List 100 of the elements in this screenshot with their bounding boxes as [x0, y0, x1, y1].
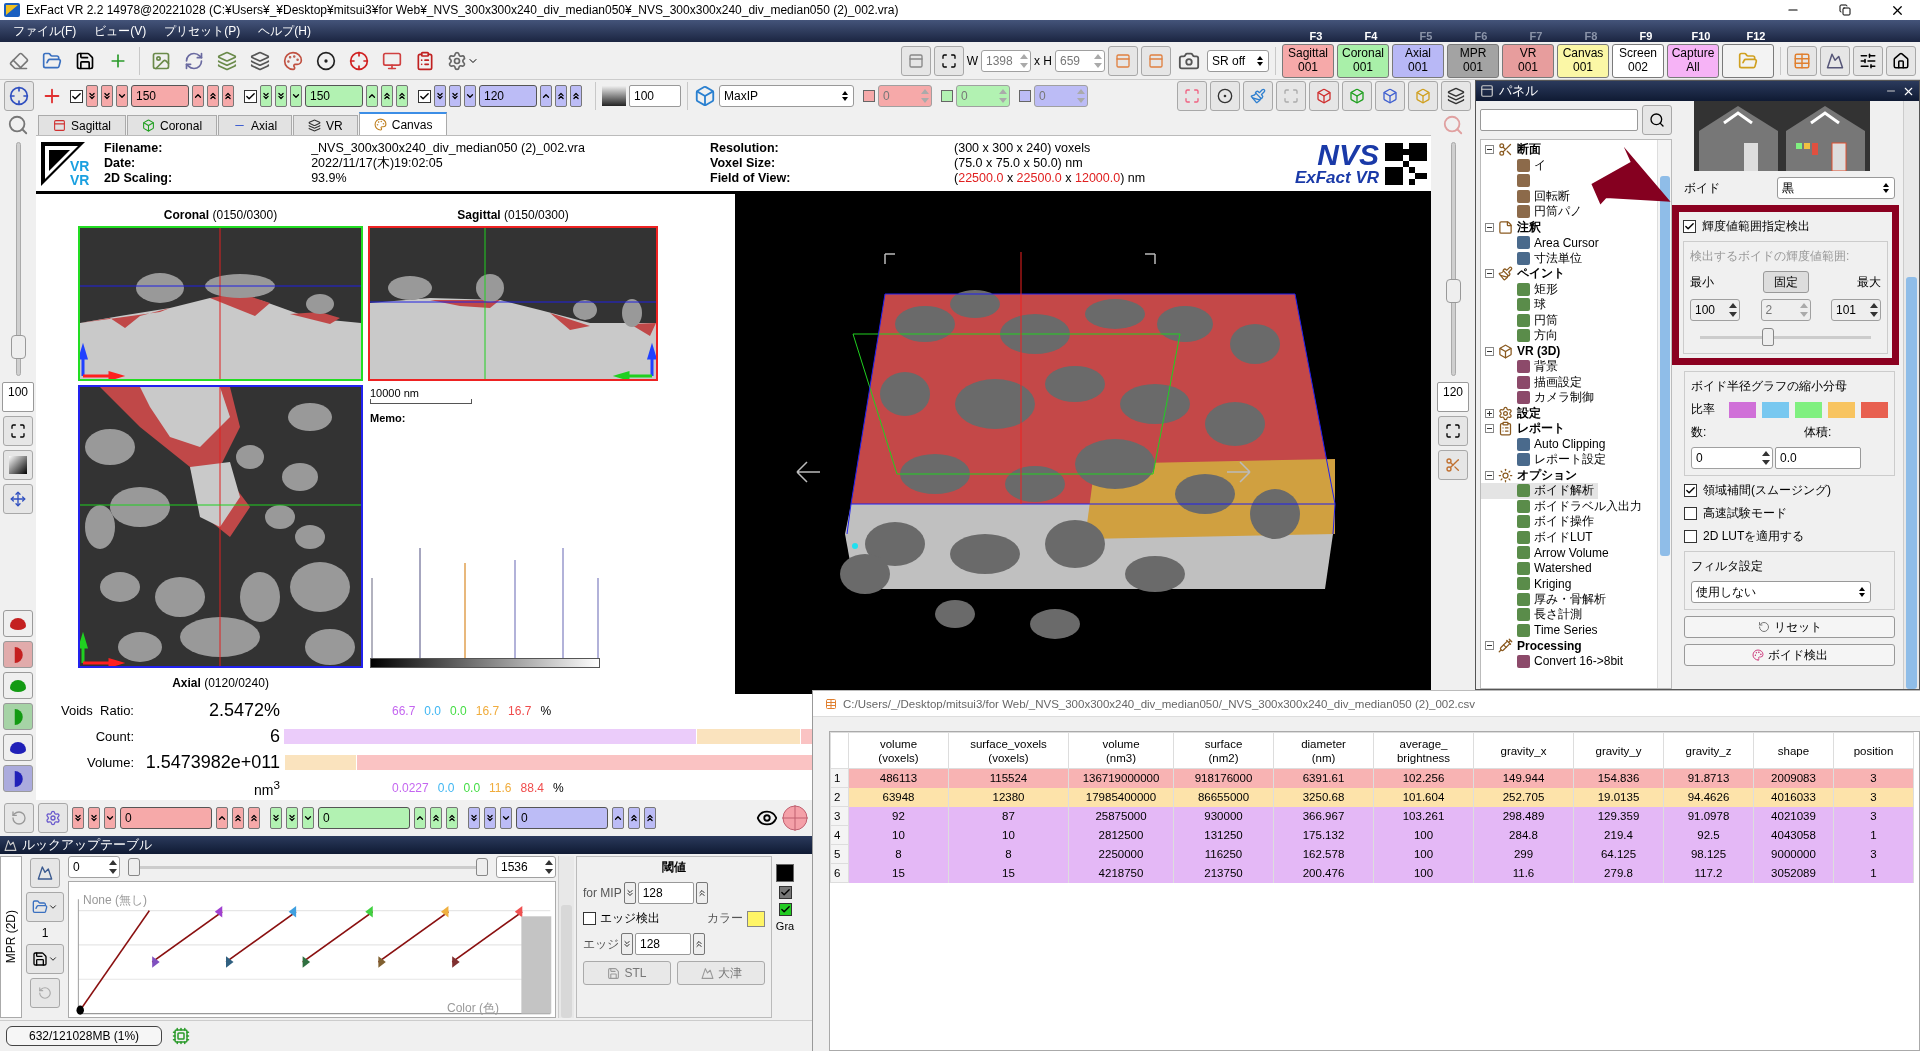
tree-item[interactable]: 長さ計測	[1481, 607, 1586, 623]
column-header[interactable]: average_ brightness	[1373, 732, 1474, 769]
table-cell: 213750	[1173, 863, 1274, 883]
tree-item[interactable]: ボイド解析	[1481, 483, 1598, 499]
capture-button[interactable]: MPR 001	[1447, 43, 1499, 78]
tree-item[interactable]: 断面	[1481, 142, 1545, 158]
slice-number-field[interactable]: 0	[516, 807, 608, 829]
column-header[interactable]: diameter (nm)	[1273, 732, 1374, 769]
slice-number-field[interactable]: 150	[131, 85, 189, 107]
checkbox-label: 2D LUTを適用する	[1703, 528, 1805, 545]
tree-item[interactable]: Kriging	[1481, 576, 1576, 592]
number-field[interactable]: 0	[1691, 447, 1773, 469]
capture-button[interactable]: Canvas 001	[1557, 43, 1609, 78]
opacity-field[interactable]: 100	[629, 85, 681, 107]
checkbox-label: エッジ検出	[600, 910, 660, 927]
tree-item[interactable]: レポート設定	[1481, 452, 1610, 468]
stat-value: 2.5472%	[207, 700, 281, 722]
menu-item[interactable]: ビュー(V)	[85, 22, 156, 40]
column-header[interactable]: surface_voxels (voxels)	[948, 732, 1069, 769]
otsu-button[interactable]: 大津	[677, 961, 765, 985]
stl-button[interactable]: STL	[583, 961, 671, 985]
tree-item[interactable]: Watershed	[1481, 560, 1596, 576]
tree-item[interactable]: Convert 16->8bit	[1481, 653, 1628, 669]
slice-number-field[interactable]: 0	[120, 807, 212, 829]
tree-item[interactable]: 円筒パノ	[1481, 204, 1586, 220]
tree-item[interactable]: Auto Clipping	[1481, 436, 1610, 452]
tree-item[interactable]: オプション	[1481, 467, 1581, 483]
tree-item[interactable]: 背景	[1481, 359, 1562, 375]
view-tab[interactable]: Coronal	[127, 115, 218, 135]
column-header[interactable]: shape	[1753, 732, 1834, 769]
column-header[interactable]: gravity_x	[1473, 732, 1574, 769]
menu-item[interactable]: ファイル(F)	[4, 22, 86, 40]
number-field[interactable]: 1536	[496, 856, 556, 878]
volume-field[interactable]: 0.0	[1775, 447, 1861, 469]
super-resolution-select[interactable]: SR off	[1207, 49, 1269, 72]
tree-item[interactable]: 球	[1481, 297, 1550, 313]
menu-item[interactable]: ヘルプ(H)	[249, 22, 320, 40]
column-header[interactable]: gravity_y	[1573, 732, 1664, 769]
capture-button[interactable]: Screen 002	[1612, 43, 1664, 78]
zoom-field[interactable]: 100	[2, 382, 34, 412]
tree-item[interactable]: 描画設定	[1481, 374, 1586, 390]
tree-item[interactable]: 厚み・骨解析	[1481, 591, 1610, 607]
filter-select[interactable]: 使用しない	[1691, 581, 1871, 603]
table-cell: 298.489	[1473, 806, 1574, 826]
tree-item[interactable]: レポート	[1481, 421, 1569, 437]
capture-button[interactable]: Capture All	[1667, 43, 1719, 78]
lut-title: ルックアップテーブル	[22, 836, 152, 854]
number-field[interactable]: 0	[68, 856, 120, 878]
zoom-field[interactable]: 120	[1437, 382, 1469, 412]
tree-item[interactable]: 設定	[1481, 405, 1545, 421]
detect-button[interactable]: ボイド検出	[1684, 644, 1895, 666]
void-color-select[interactable]: 黒	[1777, 177, 1895, 199]
edge-field[interactable]: 128	[635, 933, 691, 955]
number-field[interactable]: 100	[1690, 299, 1740, 321]
tree-item[interactable]: 方向	[1481, 328, 1562, 344]
column-header[interactable]: gravity_z	[1663, 732, 1754, 769]
share-value: 0.0	[463, 780, 481, 795]
reset-button[interactable]: リセット	[1684, 616, 1895, 638]
column-header[interactable]: volume (voxels)	[848, 732, 949, 769]
slice-number-field[interactable]: 150	[305, 85, 363, 107]
tree-item[interactable]: 円筒	[1481, 312, 1562, 328]
tree-item[interactable]: ボイドラベル入出力	[1481, 498, 1646, 514]
tree-item[interactable]: イ	[1481, 157, 1550, 173]
column-header[interactable]: position	[1833, 732, 1914, 769]
tree-item[interactable]: VR (3D)	[1481, 343, 1565, 359]
number-field[interactable]: 0	[956, 85, 1010, 107]
capture-button[interactable]: Coronal 001	[1337, 43, 1389, 78]
view-tab[interactable]: VR	[293, 115, 358, 135]
table-cell: 15	[848, 863, 949, 883]
number-field[interactable]: 1398	[981, 49, 1031, 72]
capture-button[interactable]: Axial 001	[1392, 43, 1444, 78]
tree-item[interactable]: 矩形	[1481, 281, 1562, 297]
tree-item[interactable]: ボイド操作	[1481, 514, 1598, 530]
tree-item[interactable]: 寸法単位	[1481, 250, 1586, 266]
tree-item[interactable]: ペイント	[1481, 266, 1569, 282]
capture-button[interactable]: VR 001	[1502, 43, 1554, 78]
slice-number-field[interactable]: 0	[318, 807, 410, 829]
mip-field[interactable]: 128	[637, 882, 694, 904]
slice-number-field[interactable]: 120	[479, 85, 537, 107]
column-header[interactable]: volume (nm3)	[1068, 732, 1174, 769]
tree-item[interactable]: ボイドLUT	[1481, 529, 1597, 545]
count-label: 数:	[1691, 424, 1707, 441]
tree-item[interactable]: Processing	[1481, 638, 1586, 654]
side-tab[interactable]: MPR (2D)	[0, 856, 22, 1018]
view-tab[interactable]: Axial	[218, 115, 293, 135]
view-tab[interactable]: Sagittal	[38, 115, 127, 135]
number-field[interactable]: 101	[1831, 299, 1881, 321]
number-field[interactable]: 659	[1055, 49, 1105, 72]
tree-item[interactable]: Arrow Volume	[1481, 545, 1613, 561]
menu-item[interactable]: プリセット(P)	[155, 22, 250, 40]
column-header[interactable]: surface (nm2)	[1173, 732, 1274, 769]
tree-item[interactable]: Area Cursor	[1481, 235, 1603, 251]
tree-item[interactable]: カメラ制御	[1481, 390, 1598, 406]
view-tab[interactable]: Canvas	[358, 112, 448, 135]
tree-item[interactable]: Time Series	[1481, 622, 1602, 638]
tree-item[interactable]: 回転断	[1481, 188, 1574, 204]
tree-item[interactable]: 注釈	[1481, 219, 1545, 235]
fixed-button[interactable]: 固定	[1762, 271, 1809, 293]
capture-button[interactable]: Sagittal 001	[1282, 43, 1334, 78]
render-mode-select[interactable]: MaxIP	[719, 85, 854, 107]
